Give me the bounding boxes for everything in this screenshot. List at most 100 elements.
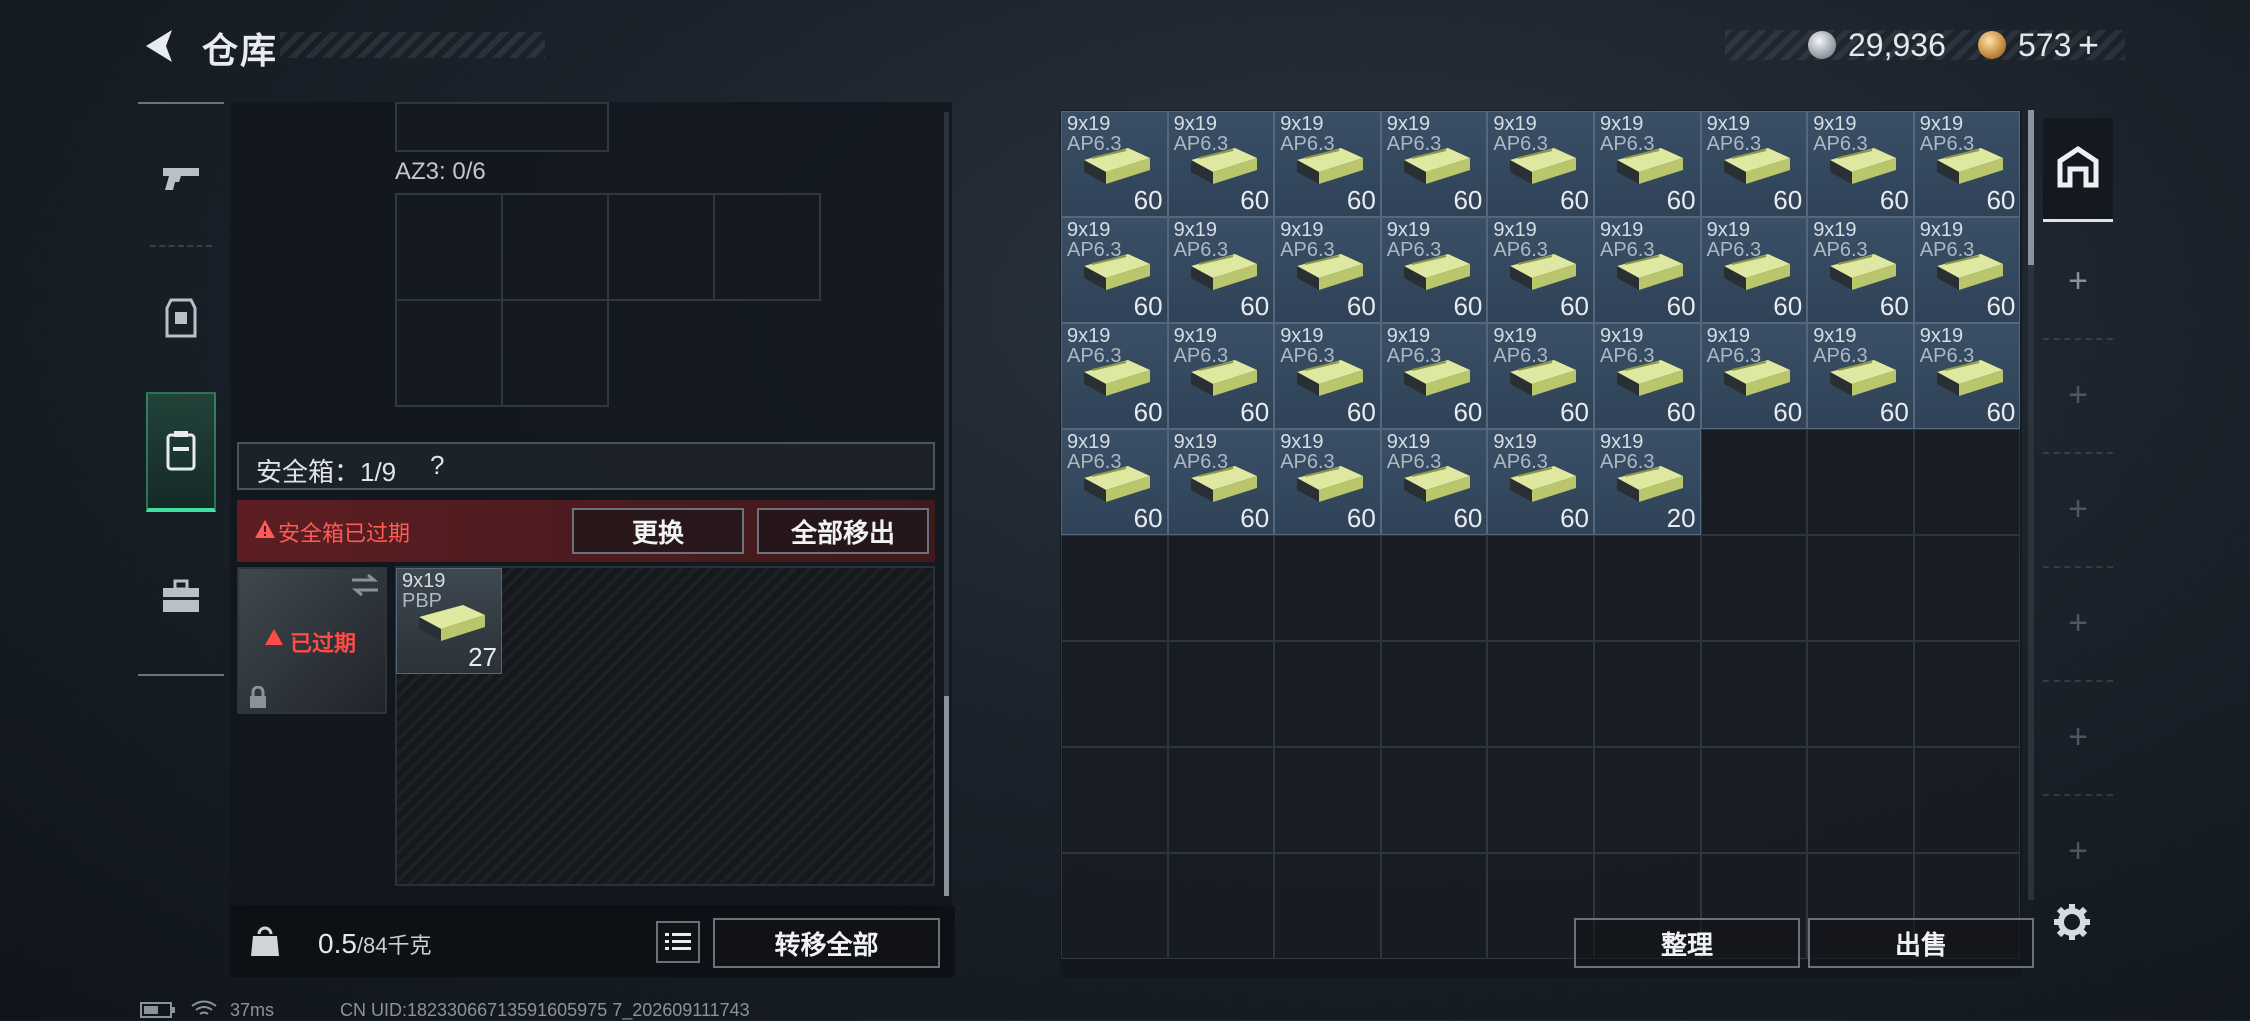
- ammo-item[interactable]: 9x19 AP6.3 60: [1061, 111, 1168, 217]
- ammo-item[interactable]: 9x19 AP6.3 60: [1274, 217, 1381, 323]
- warehouse-slot[interactable]: [1700, 429, 1808, 535]
- ammo-item[interactable]: 9x19 AP6.3 20: [1594, 429, 1701, 535]
- tab-weapons[interactable]: [138, 118, 224, 238]
- ammo-item[interactable]: 9x19 AP6.3 60: [1274, 323, 1381, 429]
- locked-warehouse-page[interactable]: +: [2043, 376, 2113, 415]
- warehouse-slot[interactable]: [1167, 747, 1275, 853]
- ammo-item[interactable]: 9x19 AP6.3 60: [1380, 217, 1488, 323]
- ammo-item[interactable]: 9x19 AP6.3 60: [1380, 429, 1488, 535]
- ammo-item[interactable]: 9x19 AP6.3 60: [1380, 323, 1488, 429]
- warehouse-slot[interactable]: [1807, 535, 1914, 641]
- ammo-item[interactable]: 9x19 AP6.3 60: [1700, 111, 1808, 217]
- add-currency-button[interactable]: +: [2078, 24, 2099, 66]
- az3-slot[interactable]: [501, 299, 609, 407]
- warehouse-slot[interactable]: [1487, 641, 1594, 747]
- ammo-item[interactable]: 9x19 AP6.3 60: [1807, 217, 1914, 323]
- ammo-item[interactable]: 9x19 AP6.3 60: [1487, 429, 1594, 535]
- tab-backpack[interactable]: [138, 536, 224, 656]
- ammo-item[interactable]: 9x19 AP6.3 60: [1167, 111, 1275, 217]
- warehouse-slot[interactable]: [1061, 641, 1168, 747]
- ammo-item[interactable]: 9x19 AP6.3 60: [1913, 111, 2021, 217]
- warehouse-slot[interactable]: [1061, 853, 1168, 959]
- warehouse-slot[interactable]: [1380, 641, 1488, 747]
- ammo-item[interactable]: 9x19 AP6.3 60: [1061, 429, 1168, 535]
- ammo-item[interactable]: 9x19 AP6.3 60: [1487, 111, 1594, 217]
- warehouse-slot[interactable]: [1274, 853, 1381, 959]
- ammo-item[interactable]: 9x19 AP6.3 60: [1061, 217, 1168, 323]
- tab-armor[interactable]: [138, 258, 224, 378]
- back-arrow-icon[interactable]: [138, 24, 182, 68]
- tab-safebox[interactable]: [146, 392, 216, 512]
- az3-slot[interactable]: [607, 193, 715, 301]
- ammo-item[interactable]: 9x19 AP6.3 60: [1487, 323, 1594, 429]
- ammo-item[interactable]: 9x19 AP6.3 60: [1594, 217, 1701, 323]
- az3-slot[interactable]: [713, 193, 821, 301]
- locked-warehouse-page[interactable]: +: [2043, 490, 2113, 529]
- ammo-item[interactable]: 9x19 AP6.3 60: [1274, 111, 1381, 217]
- warehouse-slot[interactable]: [1061, 535, 1168, 641]
- ammo-item[interactable]: 9x19 AP6.3 60: [1487, 217, 1594, 323]
- warehouse-slot[interactable]: [1380, 535, 1488, 641]
- gear-icon[interactable]: [2052, 902, 2092, 942]
- sort-button[interactable]: 整理: [1574, 918, 1800, 968]
- warehouse-slot[interactable]: [1061, 747, 1168, 853]
- warehouse-slot[interactable]: [1700, 641, 1808, 747]
- left-scroll-thumb[interactable]: [944, 696, 949, 896]
- warehouse-slot[interactable]: [1167, 641, 1275, 747]
- locked-warehouse-page[interactable]: +: [2043, 832, 2113, 871]
- warehouse-slot[interactable]: [1913, 747, 2021, 853]
- ammo-item[interactable]: 9x19 AP6.3 60: [1594, 323, 1701, 429]
- ammo-item[interactable]: 9x19 AP6.3 60: [1807, 323, 1914, 429]
- transfer-all-button[interactable]: 转移全部: [713, 918, 940, 968]
- tab-warehouse-main[interactable]: [2043, 118, 2113, 222]
- swap-icon[interactable]: [350, 574, 380, 596]
- sell-button[interactable]: 出售: [1808, 918, 2034, 968]
- warehouse-slot[interactable]: [1380, 853, 1488, 959]
- warehouse-slot[interactable]: [1700, 747, 1808, 853]
- ammo-item[interactable]: 9x19 AP6.3 60: [1913, 217, 2021, 323]
- locked-warehouse-page[interactable]: +: [2043, 718, 2113, 757]
- ammo-item[interactable]: 9x19 AP6.3 60: [1167, 323, 1275, 429]
- az3-slot[interactable]: [501, 193, 609, 301]
- warehouse-slot[interactable]: [1807, 429, 1914, 535]
- replace-button[interactable]: 更换: [572, 508, 744, 554]
- ammo-item[interactable]: 9x19 AP6.3 60: [1380, 111, 1488, 217]
- warehouse-slot[interactable]: [1913, 535, 2021, 641]
- locked-warehouse-page[interactable]: +: [2043, 604, 2113, 643]
- warehouse-slot[interactable]: [1700, 535, 1808, 641]
- ammo-item[interactable]: 9x19 AP6.3 60: [1807, 111, 1914, 217]
- ammo-item[interactable]: 9x19 AP6.3 60: [1913, 323, 2021, 429]
- add-warehouse-page-button[interactable]: +: [2043, 262, 2113, 301]
- ammo-item[interactable]: 9x19 AP6.3 60: [1700, 323, 1808, 429]
- warehouse-slot[interactable]: [1380, 747, 1488, 853]
- warehouse-slot[interactable]: [1167, 535, 1275, 641]
- warehouse-slot[interactable]: [1913, 429, 2021, 535]
- slot-cell[interactable]: [395, 102, 609, 152]
- warehouse-slot[interactable]: [1913, 641, 2021, 747]
- warehouse-slot[interactable]: [1167, 853, 1275, 959]
- warehouse-slot[interactable]: [1807, 641, 1914, 747]
- list-view-button[interactable]: [656, 921, 700, 963]
- warehouse-slot[interactable]: [1594, 535, 1701, 641]
- move-all-out-button[interactable]: 全部移出: [757, 508, 929, 554]
- warehouse-scroll-thumb[interactable]: [2028, 110, 2034, 265]
- ammo-item[interactable]: 9x19 AP6.3 60: [1594, 111, 1701, 217]
- ammo-item[interactable]: 9x19 AP6.3 60: [1700, 217, 1808, 323]
- warehouse-slot[interactable]: [1594, 641, 1701, 747]
- ammo-item[interactable]: 9x19 AP6.3 60: [1167, 217, 1275, 323]
- ammo-box-icon: [1190, 254, 1257, 290]
- safebox-ammo-item[interactable]: 9x19 PBP 27: [396, 568, 502, 674]
- warehouse-slot[interactable]: [1274, 747, 1381, 853]
- warehouse-slot[interactable]: [1274, 535, 1381, 641]
- help-button[interactable]: ?: [430, 450, 444, 481]
- warehouse-slot[interactable]: [1274, 641, 1381, 747]
- ammo-item[interactable]: 9x19 AP6.3 60: [1061, 323, 1168, 429]
- ammo-item[interactable]: 9x19 AP6.3 60: [1167, 429, 1275, 535]
- az3-slot[interactable]: [395, 193, 503, 301]
- warehouse-slot[interactable]: [1487, 535, 1594, 641]
- az3-slot[interactable]: [395, 299, 503, 407]
- warehouse-slot[interactable]: [1807, 747, 1914, 853]
- warehouse-slot[interactable]: [1594, 747, 1701, 853]
- ammo-item[interactable]: 9x19 AP6.3 60: [1274, 429, 1381, 535]
- warehouse-slot[interactable]: [1487, 747, 1594, 853]
